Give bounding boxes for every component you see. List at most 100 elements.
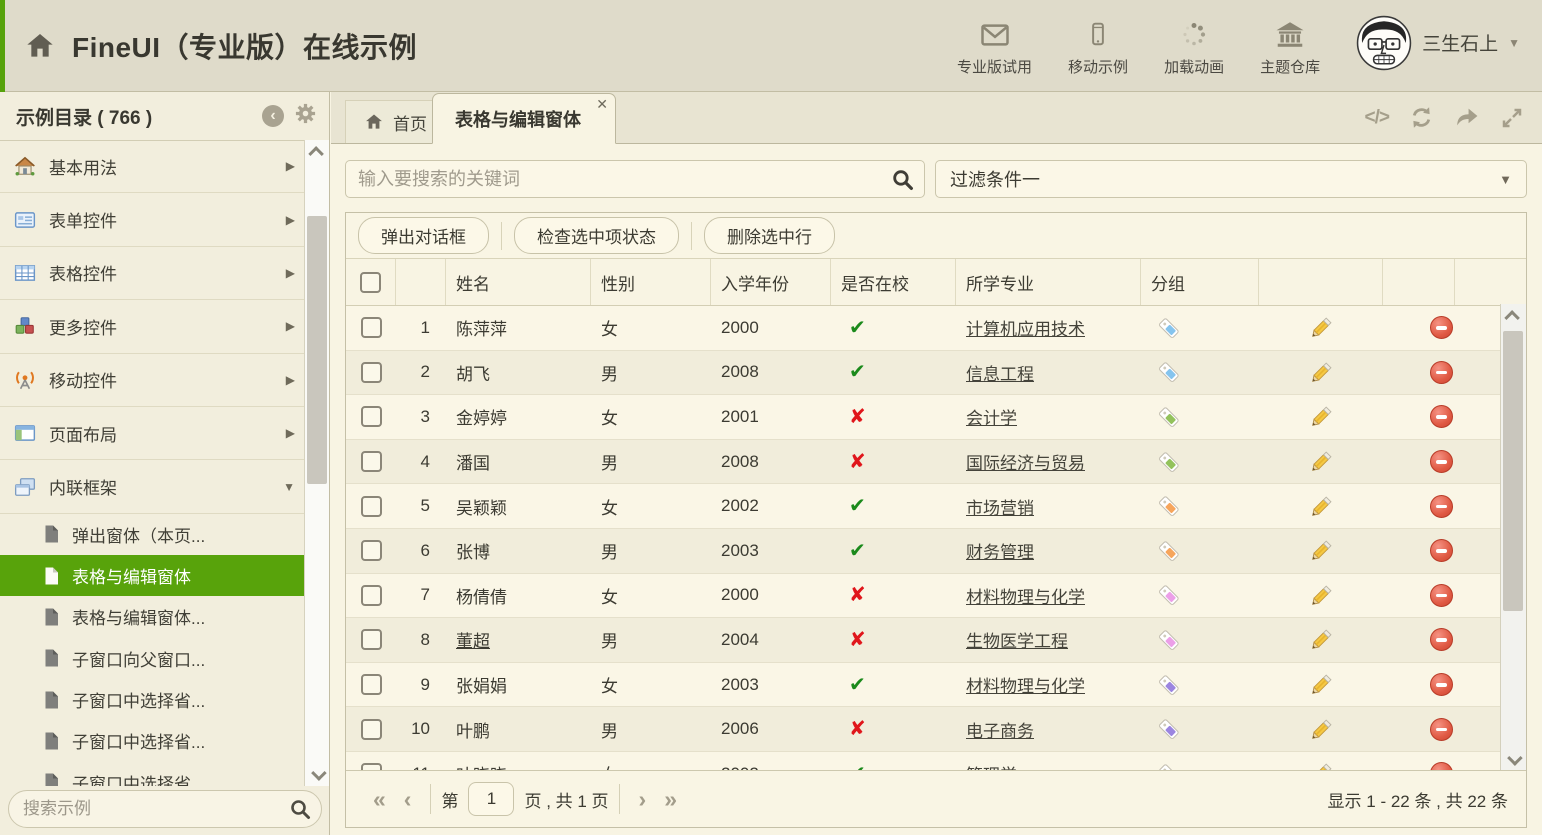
col-delete — [1383, 259, 1455, 305]
check-selected-button[interactable]: 检查选中项状态 — [514, 217, 679, 254]
row-checkbox[interactable] — [361, 629, 382, 650]
theme-repo-button[interactable]: 主题仓库 — [1260, 21, 1320, 77]
row-checkbox[interactable] — [361, 585, 382, 606]
gear-icon[interactable] — [294, 102, 317, 130]
table-row: 8 董超 男 2004 生物医学工程 — [346, 618, 1500, 663]
user-menu[interactable]: 三生石上 ▼ — [1356, 15, 1520, 71]
row-checkbox[interactable] — [361, 362, 382, 383]
chevron-right-icon: ▶ — [286, 426, 295, 440]
year-cell: 2006 — [711, 707, 831, 751]
major-link[interactable]: 材料物理与化学 — [966, 583, 1085, 608]
col-major: 所学专业 — [956, 259, 1141, 305]
scroll-down-icon[interactable] — [1501, 747, 1526, 771]
sidebar-subitem-select-province-3[interactable]: 子窗口中选择省 — [0, 762, 305, 786]
delete-icon[interactable] — [1430, 539, 1453, 562]
delete-icon[interactable] — [1430, 450, 1453, 473]
major-link[interactable]: 财务管理 — [966, 538, 1034, 563]
sidebar-subitem-grid-edit-window[interactable]: 表格与编辑窗体 — [0, 555, 305, 596]
major-link[interactable]: 国际经济与贸易 — [966, 449, 1085, 474]
edit-icon[interactable] — [1308, 448, 1335, 475]
sidebar-subitem-label: 子窗口向父窗口... — [72, 646, 205, 671]
collapse-sidebar-icon[interactable]: ‹ — [262, 105, 284, 127]
row-number: 2 — [396, 351, 446, 395]
scrollbar-thumb[interactable] — [1503, 331, 1523, 611]
sidebar-subitem-child-to-parent[interactable]: 子窗口向父窗口... — [0, 638, 305, 679]
last-page-icon[interactable]: » — [664, 788, 677, 811]
close-icon[interactable]: ✕ — [596, 96, 608, 113]
next-page-icon[interactable]: › — [639, 788, 647, 811]
sidebar-item-more-controls[interactable]: 更多控件 ▶ — [0, 300, 305, 353]
edit-icon[interactable] — [1308, 626, 1335, 653]
sidebar-item-iframe[interactable]: 内联框架 ▼ — [0, 460, 305, 513]
major-link[interactable]: 电子商务 — [966, 717, 1034, 742]
tab-grid-edit-window[interactable]: 表格与编辑窗体 ✕ — [432, 93, 616, 144]
sidebar-item-mobile-controls[interactable]: 移动控件 ▶ — [0, 354, 305, 407]
delete-icon[interactable] — [1430, 361, 1453, 384]
major-link[interactable]: 信息工程 — [966, 360, 1034, 385]
sidebar-item-form-controls[interactable]: 表单控件 ▶ — [0, 193, 305, 246]
source-code-icon[interactable]: </> — [1365, 107, 1389, 129]
fullscreen-icon[interactable] — [1500, 106, 1524, 130]
sidebar-subitem-grid-edit-window-2[interactable]: 表格与编辑窗体... — [0, 596, 305, 637]
delete-icon[interactable] — [1430, 584, 1453, 607]
refresh-icon[interactable] — [1409, 105, 1434, 130]
major-link[interactable]: 计算机应用技术 — [966, 315, 1085, 340]
row-checkbox[interactable] — [361, 317, 382, 338]
search-icon[interactable] — [288, 797, 312, 826]
page-number-input[interactable] — [468, 782, 514, 816]
delete-selected-button[interactable]: 删除选中行 — [704, 217, 835, 254]
scroll-up-icon[interactable] — [1501, 304, 1526, 328]
sidebar-search-input[interactable] — [8, 790, 322, 828]
row-checkbox[interactable] — [361, 406, 382, 427]
delete-icon[interactable] — [1430, 316, 1453, 339]
sidebar-subitem-select-province-2[interactable]: 子窗口中选择省... — [0, 720, 305, 761]
major-link[interactable]: 会计学 — [966, 404, 1017, 429]
row-checkbox[interactable] — [361, 451, 382, 472]
delete-icon[interactable] — [1430, 495, 1453, 518]
prev-page-icon[interactable]: ‹ — [404, 788, 412, 811]
tab-home[interactable]: 首页 — [345, 100, 446, 143]
edit-icon[interactable] — [1308, 314, 1335, 341]
sidebar-item-page-layout[interactable]: 页面布局 ▶ — [0, 407, 305, 460]
major-link[interactable]: 市场营销 — [966, 494, 1034, 519]
open-new-window-icon[interactable] — [1454, 105, 1480, 130]
major-link[interactable]: 生物医学工程 — [966, 627, 1068, 652]
spinner-icon — [1180, 21, 1208, 53]
sidebar-item-grid-controls[interactable]: 表格控件 ▶ — [0, 247, 305, 300]
keyword-search-input[interactable] — [345, 160, 925, 198]
delete-icon[interactable] — [1430, 673, 1453, 696]
table-scrollbar[interactable] — [1500, 304, 1526, 771]
edit-icon[interactable] — [1308, 716, 1335, 743]
trial-button[interactable]: 专业版试用 — [957, 22, 1032, 77]
major-link[interactable]: 材料物理与化学 — [966, 672, 1085, 697]
select-all-checkbox[interactable] — [360, 272, 381, 293]
scroll-down-icon[interactable] — [305, 762, 329, 786]
scrollbar-thumb[interactable] — [307, 216, 327, 484]
row-checkbox[interactable] — [361, 674, 382, 695]
open-dialog-button[interactable]: 弹出对话框 — [358, 217, 489, 254]
search-icon[interactable] — [890, 167, 915, 197]
delete-icon[interactable] — [1430, 405, 1453, 428]
sidebar-item-basic-usage[interactable]: 基本用法 ▶ — [0, 140, 305, 193]
filter-dropdown[interactable]: 过滤条件一 ▼ — [935, 160, 1527, 198]
edit-icon[interactable] — [1308, 582, 1335, 609]
row-checkbox[interactable] — [361, 496, 382, 517]
delete-icon[interactable] — [1430, 718, 1453, 741]
chevron-right-icon: ▶ — [286, 159, 295, 173]
scroll-up-icon[interactable] — [305, 140, 329, 164]
sidebar-scrollbar[interactable] — [304, 140, 329, 786]
first-page-icon[interactable]: « — [373, 788, 386, 811]
sidebar-subitem-popup-window[interactable]: 弹出窗体（本页... — [0, 514, 305, 555]
edit-icon[interactable] — [1308, 671, 1335, 698]
row-checkbox[interactable] — [361, 719, 382, 740]
mobile-demo-button[interactable]: 移动示例 — [1068, 21, 1128, 77]
edit-icon[interactable] — [1308, 493, 1335, 520]
sidebar-subitem-select-province-1[interactable]: 子窗口中选择省... — [0, 679, 305, 720]
edit-icon[interactable] — [1308, 537, 1335, 564]
windows-icon — [14, 476, 36, 498]
row-checkbox[interactable] — [361, 540, 382, 561]
delete-icon[interactable] — [1430, 628, 1453, 651]
edit-icon[interactable] — [1308, 359, 1335, 386]
edit-icon[interactable] — [1308, 403, 1335, 430]
loading-anim-button[interactable]: 加载动画 — [1164, 21, 1224, 77]
